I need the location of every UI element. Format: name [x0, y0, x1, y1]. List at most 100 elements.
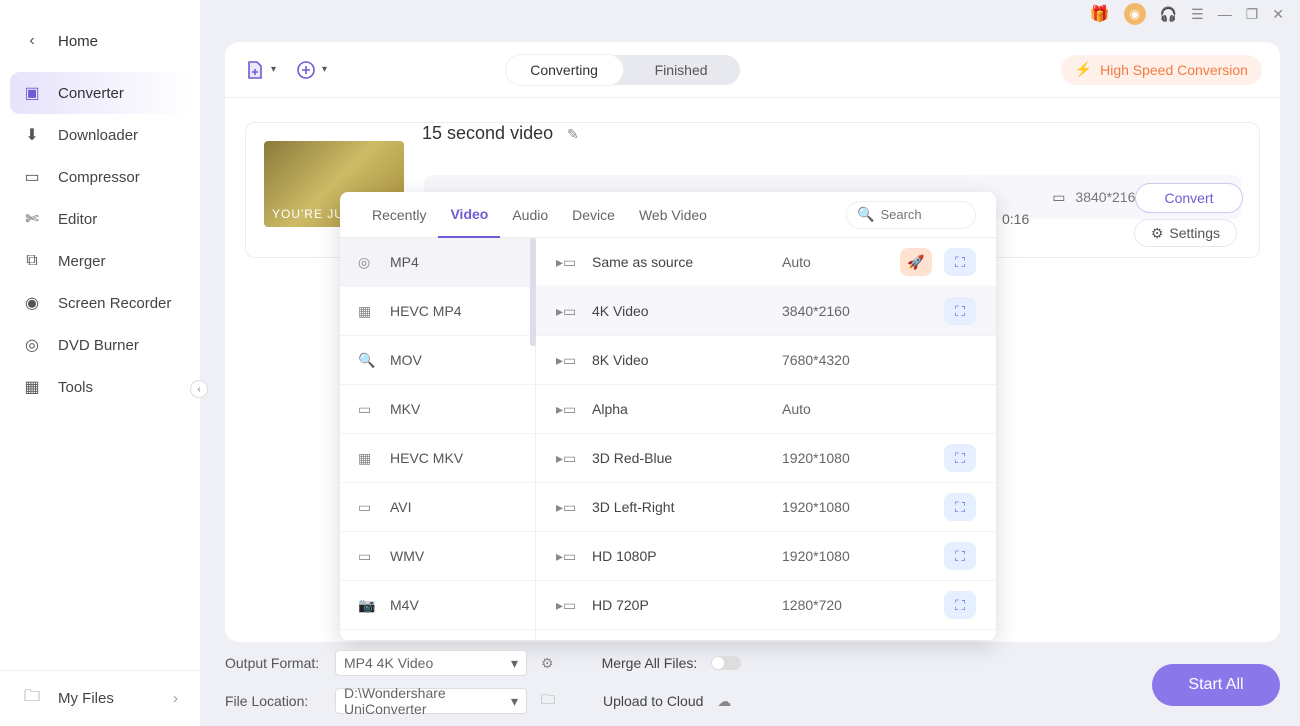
- avatar[interactable]: ◉: [1124, 3, 1146, 25]
- expand-icon[interactable]: ⛶: [944, 542, 976, 570]
- add-url-caret[interactable]: ▾: [322, 64, 327, 75]
- sidebar-item-converter[interactable]: ▣ Converter: [10, 72, 194, 114]
- support-icon[interactable]: 🎧: [1160, 6, 1177, 23]
- expand-icon[interactable]: ⛶: [944, 444, 976, 472]
- close-icon[interactable]: ✕: [1272, 6, 1284, 23]
- convert-button[interactable]: Convert: [1135, 183, 1243, 213]
- popover-tabs: Recently Video Audio Device Web Video 🔍: [340, 192, 996, 238]
- format-hevc-mkv[interactable]: ▦HEVC MKV: [340, 434, 535, 483]
- preset-res: 1920*1080: [782, 499, 850, 515]
- poptab-recently[interactable]: Recently: [360, 192, 438, 238]
- preset-res: Auto: [782, 254, 811, 270]
- sidebar-item-label: Merger: [58, 253, 106, 270]
- merge-toggle[interactable]: [711, 656, 741, 670]
- sidebar-item-screen-recorder[interactable]: ◉ Screen Recorder: [0, 282, 200, 324]
- play-icon: ▸▭: [556, 303, 578, 320]
- add-url-button[interactable]: [294, 58, 318, 82]
- format-mov[interactable]: 🔍MOV: [340, 336, 535, 385]
- chevron-right-icon: ›: [173, 690, 178, 707]
- preset-same-as-source[interactable]: ▸▭ Same as source Auto 🚀 ⛶: [536, 238, 996, 287]
- bolt-icon: ⚡: [1075, 61, 1092, 78]
- poptab-video[interactable]: Video: [438, 192, 500, 238]
- sidebar-item-label: Editor: [58, 211, 97, 228]
- search-icon: 🔍: [857, 206, 874, 223]
- hevc-icon: ▦: [358, 450, 376, 467]
- converter-icon: ▣: [22, 83, 42, 103]
- search-input[interactable]: [880, 207, 960, 222]
- sidebar-item-downloader[interactable]: ⬇ Downloader: [0, 114, 200, 156]
- folder-icon: 🗀: [22, 685, 42, 712]
- preset-hd1080p[interactable]: ▸▭ HD 1080P 1920*1080 ⛶: [536, 532, 996, 581]
- expand-icon[interactable]: ⛶: [944, 248, 976, 276]
- format-label: WMV: [390, 548, 424, 564]
- format-scroll-indicator[interactable]: [530, 238, 536, 346]
- play-icon: ▸▭: [556, 352, 578, 369]
- maximize-icon[interactable]: ❐: [1246, 6, 1259, 23]
- sidebar-item-compressor[interactable]: ▭ Compressor: [0, 156, 200, 198]
- format-hevc-mp4[interactable]: ▦HEVC MP4: [340, 287, 535, 336]
- tools-icon: ▦: [22, 377, 42, 397]
- gift-icon[interactable]: 🎁: [1090, 4, 1110, 24]
- expand-icon[interactable]: ⛶: [944, 297, 976, 325]
- output-format-select[interactable]: MP4 4K Video▾: [335, 650, 527, 676]
- menu-icon[interactable]: ☰: [1191, 6, 1204, 23]
- sidebar-item-editor[interactable]: ✄ Editor: [0, 198, 200, 240]
- sidebar-item-label: Compressor: [58, 169, 140, 186]
- popover-search[interactable]: 🔍: [846, 201, 976, 229]
- format-m4v[interactable]: 📷M4V: [340, 581, 535, 630]
- preset-res: 1280*720: [782, 597, 842, 613]
- preset-8k-video[interactable]: ▸▭ 8K Video 7680*4320: [536, 336, 996, 385]
- poptab-webvideo[interactable]: Web Video: [627, 192, 719, 238]
- sidebar-item-merger[interactable]: ⧉ Merger: [0, 240, 200, 282]
- format-label: MP4: [390, 254, 419, 270]
- sidebar-home[interactable]: ‹ Home: [0, 20, 200, 62]
- file-location-label: File Location:: [225, 693, 321, 709]
- sidebar-collapse[interactable]: ‹: [190, 380, 208, 398]
- preset-alpha[interactable]: ▸▭ Alpha Auto: [536, 385, 996, 434]
- format-avi[interactable]: ▭ AVI: [340, 483, 535, 532]
- add-file-button[interactable]: [243, 58, 267, 82]
- play-icon: ▸▭: [556, 548, 578, 565]
- film-icon: ▭: [358, 548, 376, 565]
- preset-hd720p[interactable]: ▸▭ HD 720P 1280*720 ⛶: [536, 581, 996, 630]
- format-wmv[interactable]: ▭ WMV: [340, 532, 535, 581]
- settings-label: Settings: [1169, 225, 1220, 241]
- preset-3d-leftright[interactable]: ▸▭ 3D Left-Right 1920*1080 ⛶: [536, 483, 996, 532]
- downloader-icon: ⬇: [22, 125, 42, 145]
- preset-4k-video[interactable]: ▸▭ 4K Video 3840*2160 ⛶: [536, 287, 996, 336]
- sidebar-item-dvd-burner[interactable]: ◎ DVD Burner: [0, 324, 200, 366]
- poptab-device[interactable]: Device: [560, 192, 627, 238]
- high-speed-button[interactable]: ⚡ High Speed Conversion: [1061, 55, 1262, 85]
- format-mkv[interactable]: ▭MKV: [340, 385, 535, 434]
- edit-title-icon[interactable]: ✎: [567, 126, 579, 142]
- tab-converting[interactable]: Converting: [506, 55, 623, 85]
- preset-name: Same as source: [592, 254, 782, 270]
- preset-name: 3D Left-Right: [592, 499, 782, 515]
- preset-3d-redblue[interactable]: ▸▭ 3D Red-Blue 1920*1080 ⛶: [536, 434, 996, 483]
- file-location-select[interactable]: D:\Wondershare UniConverter ▾: [335, 688, 527, 714]
- poptab-audio[interactable]: Audio: [500, 192, 560, 238]
- expand-icon[interactable]: ⛶: [944, 591, 976, 619]
- camera-icon: 📷: [358, 597, 376, 614]
- output-format-value: MP4 4K Video: [344, 655, 433, 671]
- sidebar-item-tools[interactable]: ▦ Tools: [0, 366, 200, 408]
- format-mp4[interactable]: ◎MP4: [340, 238, 535, 287]
- expand-icon[interactable]: ⛶: [944, 493, 976, 521]
- rocket-icon[interactable]: 🚀: [900, 248, 932, 276]
- cloud-icon[interactable]: ☁: [717, 693, 731, 710]
- settings-gear-icon[interactable]: ⚙: [541, 655, 554, 672]
- add-file-caret[interactable]: ▾: [271, 64, 276, 75]
- preset-res: 1920*1080: [782, 548, 850, 564]
- play-icon: ▸▭: [556, 597, 578, 614]
- preset-res: 7680*4320: [782, 352, 850, 368]
- tab-finished[interactable]: Finished: [623, 55, 740, 85]
- start-all-button[interactable]: Start All: [1152, 664, 1280, 706]
- sidebar-my-files[interactable]: 🗀 My Files ›: [0, 670, 200, 726]
- open-folder-icon[interactable]: 🗀: [541, 689, 555, 713]
- settings-button[interactable]: ⚙ Settings: [1134, 219, 1237, 247]
- play-icon: ▸▭: [556, 254, 578, 271]
- format-label: AVI: [390, 499, 412, 515]
- film-icon: ▭: [358, 499, 376, 516]
- sidebar-item-label: Converter: [58, 85, 124, 102]
- minimize-icon[interactable]: —: [1218, 6, 1232, 22]
